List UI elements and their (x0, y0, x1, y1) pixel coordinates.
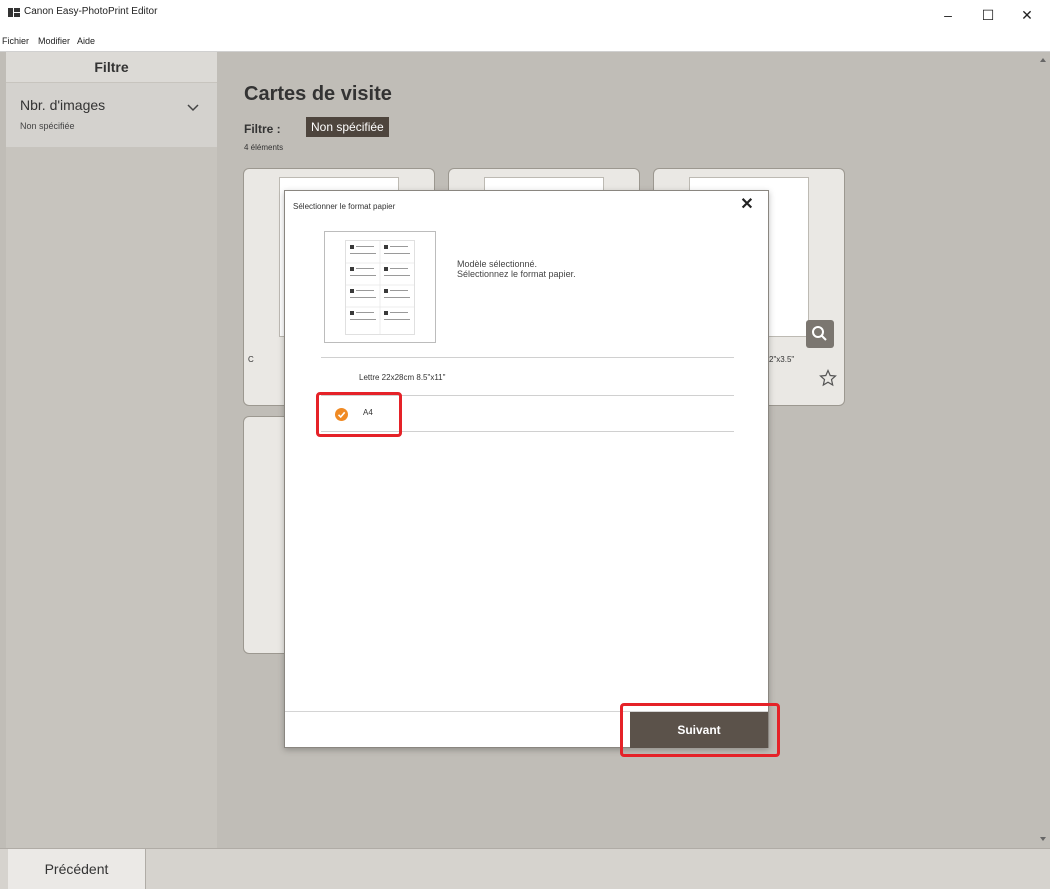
maximize-button[interactable]: ☐ (978, 6, 998, 24)
app-logo-icon (8, 8, 20, 17)
footer-bar: Précédent (0, 848, 1050, 889)
paper-option-letter[interactable]: Lettre 22x28cm 8.5"x11" (321, 361, 734, 394)
divider (321, 357, 734, 358)
menu-fichier[interactable]: Fichier (2, 36, 29, 46)
window-title: Canon Easy-PhotoPrint Editor (24, 6, 158, 17)
template-card-label: C (248, 355, 254, 364)
scroll-down-icon[interactable] (1040, 837, 1046, 841)
dialog-message-line: Sélectionnez le format papier. (457, 269, 576, 279)
sidebar-header: Filtre (6, 52, 217, 82)
dialog-message: Modèle sélectionné. Sélectionnez le form… (457, 259, 576, 279)
active-filter-chip: Non spécifiée (306, 117, 389, 137)
title-bar: Canon Easy-PhotoPrint Editor – ☐ ✕ (0, 0, 1050, 34)
preview-sheet (345, 240, 415, 335)
paper-size-dialog: Sélectionner le format papier ✕ Modèle s… (284, 190, 769, 748)
sidebar: Filtre Nbr. d'images Non spécifiée (6, 52, 217, 848)
minimize-button[interactable]: – (938, 6, 958, 24)
paper-option-label: Lettre 22x28cm 8.5"x11" (359, 373, 446, 382)
filter-label: Nbr. d'images (20, 97, 106, 113)
search-icon (812, 326, 827, 341)
filter-value: Non spécifiée (20, 121, 75, 131)
zoom-button[interactable] (806, 320, 834, 348)
menu-modifier[interactable]: Modifier (38, 36, 70, 46)
chevron-down-icon[interactable] (186, 101, 200, 115)
filter-image-count[interactable]: Nbr. d'images Non spécifiée (6, 83, 217, 147)
template-card-label: 2"x3.5" (769, 355, 795, 364)
highlight-next-button (620, 703, 780, 757)
close-window-button[interactable]: ✕ (1017, 6, 1037, 24)
item-count: 4 éléments (244, 143, 284, 152)
previous-button[interactable]: Précédent (8, 849, 146, 889)
template-preview (324, 231, 436, 343)
business-cards-preview-icon (346, 241, 414, 334)
active-filter-label: Filtre : (244, 122, 281, 136)
dialog-close-button[interactable]: ✕ (737, 195, 757, 215)
page-title: Cartes de visite (244, 83, 392, 105)
vertical-scrollbar[interactable] (1037, 52, 1050, 848)
favorite-star-icon[interactable] (819, 369, 837, 387)
dialog-title: Sélectionner le format papier (293, 202, 396, 211)
menu-aide[interactable]: Aide (77, 36, 95, 46)
highlight-a4-option (316, 392, 402, 437)
scroll-up-icon[interactable] (1040, 58, 1046, 62)
dialog-message-line: Modèle sélectionné. (457, 259, 538, 269)
menu-bar: Fichier Modifier Aide (0, 34, 1050, 52)
